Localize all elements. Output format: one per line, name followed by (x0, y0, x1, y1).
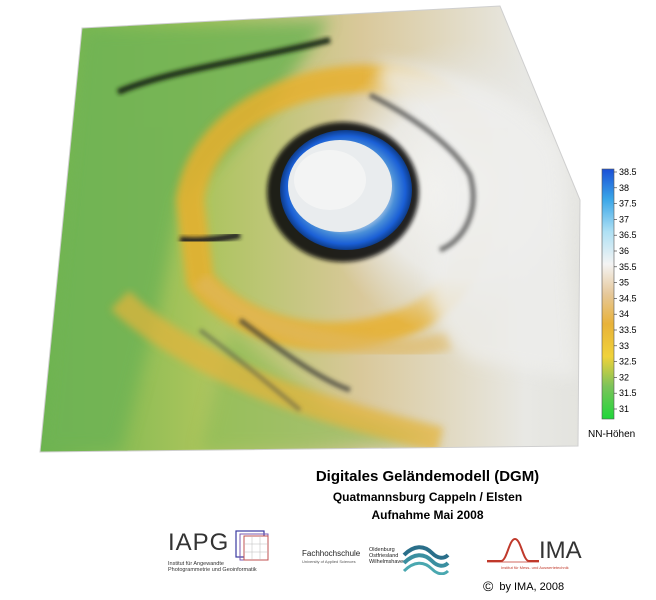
iapg-squares-icon (235, 530, 269, 561)
ima-curve-icon (487, 537, 539, 563)
map-date: Aufnahme Mai 2008 (371, 508, 484, 522)
legend-label: 37.5 (619, 199, 637, 209)
fh-logo: Fachhochschule University of Applied Sci… (302, 545, 452, 575)
legend-label: 35 (619, 278, 629, 288)
copyright-icon: © (483, 578, 494, 594)
legend-label: 38 (619, 183, 629, 193)
legend-label: 31 (619, 404, 629, 414)
legend-label: 36.5 (619, 230, 637, 240)
ima-name: IMA (539, 537, 582, 564)
iapg-name: IAPG (168, 529, 230, 556)
legend-label: 32 (619, 372, 629, 382)
fh-campus: Oldenburg Ostfriesland Wilhelmshaven (369, 547, 407, 565)
legend-label: 34.5 (619, 293, 637, 303)
map-subtitle: Quatmannsburg Cappeln / Elsten (332, 490, 523, 504)
fh-wave-icon (402, 545, 450, 575)
legend-label: 38.5 (619, 167, 637, 177)
map-title: Digitales Geländemodell (DGM) (315, 468, 540, 485)
copyright-text: by IMA, 2008 (499, 581, 565, 593)
iapg-logo: IAPG Institut für Angewandte Photogramme… (168, 527, 278, 591)
legend-label: 34 (619, 309, 629, 319)
legend-label: 32.5 (619, 357, 637, 367)
legend-label: 31.5 (619, 388, 637, 398)
legend-label: 33.5 (619, 325, 637, 335)
legend-label: 35.5 (619, 262, 637, 272)
elevation-legend: 38.5 38 37.5 37 36.5 36 35.5 35 34.5 34 33.5 33 32.5… (601, 167, 637, 420)
legend-label: 33 (619, 341, 629, 351)
legend-label: 36 (619, 246, 629, 256)
iapg-subtitle: Institut für Angewandte Photogrammetrie … (168, 561, 257, 573)
ima-subtitle: Institut für Mess- und Auswertetechnik (501, 565, 569, 570)
ima-logo: IMA Institut für Mess- und Auswertetechn… (485, 535, 605, 575)
fh-name: Fachhochschule (302, 549, 361, 558)
copyright: © by IMA, 2008 (483, 578, 564, 594)
legend-ticks: 38.5 38 37.5 37 36.5 36 35.5 35 34.5 34 33.5 33 32.5… (614, 167, 637, 414)
legend-colorbar (601, 168, 615, 420)
terrain-model (39, 5, 581, 453)
fh-subtitle: University of Applied Sciences (302, 559, 356, 564)
legend-label: 37 (619, 214, 629, 224)
legend-title: NN-Höhen (588, 429, 636, 440)
